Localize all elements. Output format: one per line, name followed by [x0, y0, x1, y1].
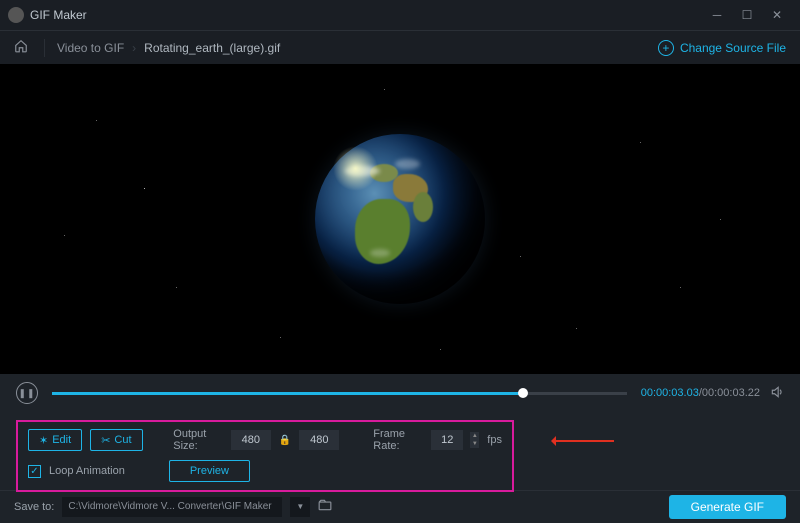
- titlebar: GIF Maker ─ ☐ ✕: [0, 0, 800, 30]
- app-title: GIF Maker: [30, 8, 702, 22]
- frame-rate-input[interactable]: [431, 430, 463, 450]
- annotation-arrow: [554, 440, 614, 442]
- edit-label: Edit: [52, 434, 71, 446]
- output-height-input[interactable]: [299, 430, 339, 450]
- playback-bar: ❚❚ 00:00:03.03 /00:00:03.22: [0, 374, 800, 412]
- close-button[interactable]: ✕: [762, 0, 792, 30]
- total-time: /00:00:03.22: [699, 387, 760, 399]
- loop-animation-label: Loop Animation: [49, 465, 125, 477]
- preview-button[interactable]: Preview: [169, 460, 250, 482]
- edit-button[interactable]: ✶ Edit: [28, 429, 82, 451]
- output-size-label: Output Size:: [173, 428, 223, 452]
- home-icon[interactable]: [14, 39, 28, 56]
- browse-folder-icon[interactable]: [318, 499, 332, 514]
- fps-label: fps: [487, 434, 502, 446]
- preview-content: [315, 134, 485, 304]
- cut-button[interactable]: ✂ Cut: [90, 429, 142, 451]
- frame-rate-stepper[interactable]: ▲ ▼: [469, 432, 479, 448]
- save-path-field[interactable]: C:\Vidmore\Vidmore V... Converter\GIF Ma…: [62, 497, 282, 517]
- volume-icon[interactable]: [770, 385, 784, 402]
- app-logo-icon: [8, 7, 24, 23]
- loop-animation-checkbox[interactable]: ✓: [28, 465, 41, 478]
- frame-rate-label: Frame Rate:: [373, 428, 423, 452]
- breadcrumb-bar: Video to GIF › Rotating_earth_(large).gi…: [0, 30, 800, 64]
- maximize-button[interactable]: ☐: [732, 0, 762, 30]
- chevron-up-icon[interactable]: ▲: [469, 432, 479, 440]
- change-source-label: Change Source File: [680, 41, 786, 55]
- options-highlight-box: ✶ Edit ✂ Cut Output Size: 🔒 Frame Rate: …: [16, 420, 514, 492]
- seek-thumb[interactable]: [518, 388, 528, 398]
- output-width-input[interactable]: [231, 430, 271, 450]
- pause-button[interactable]: ❚❚: [16, 382, 38, 404]
- wand-icon: ✶: [39, 434, 48, 447]
- save-to-label: Save to:: [14, 501, 54, 513]
- breadcrumb-filename: Rotating_earth_(large).gif: [138, 41, 286, 55]
- lock-icon[interactable]: 🔒: [279, 435, 291, 446]
- cut-label: Cut: [114, 434, 131, 446]
- save-path-dropdown[interactable]: ▼: [290, 497, 310, 517]
- preview-area: [0, 64, 800, 374]
- chevron-down-icon[interactable]: ▼: [469, 440, 479, 448]
- minimize-button[interactable]: ─: [702, 0, 732, 30]
- chevron-right-icon: ›: [132, 41, 136, 55]
- generate-gif-button[interactable]: Generate GIF: [669, 495, 786, 519]
- save-bar: Save to: C:\Vidmore\Vidmore V... Convert…: [0, 490, 800, 522]
- seek-fill: [52, 392, 523, 395]
- change-source-button[interactable]: + Change Source File: [658, 40, 786, 56]
- plus-circle-icon: +: [658, 40, 674, 56]
- scissors-icon: ✂: [101, 434, 110, 447]
- preview-label: Preview: [190, 465, 229, 477]
- seek-slider[interactable]: [52, 392, 627, 395]
- options-panel: ✶ Edit ✂ Cut Output Size: 🔒 Frame Rate: …: [0, 412, 800, 490]
- generate-gif-label: Generate GIF: [691, 500, 764, 514]
- current-time: 00:00:03.03: [641, 387, 699, 399]
- divider: [44, 39, 45, 57]
- breadcrumb-video-to-gif[interactable]: Video to GIF: [51, 41, 130, 55]
